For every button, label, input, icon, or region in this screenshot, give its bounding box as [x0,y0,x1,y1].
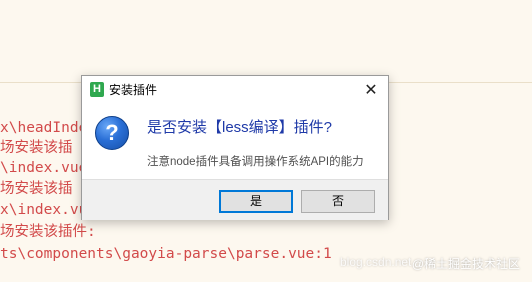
console-line: 场安装该插 [0,140,73,156]
console-line: 场安装该插件: [0,224,96,240]
console-line: 场安装该插 [0,181,73,197]
close-button[interactable]: ✕ [356,76,386,103]
console-line: \index.vue [0,160,88,176]
watermark-brand: @稀土掘金技术社区 [411,257,520,271]
dialog-footer: 是 否 [82,179,388,220]
question-icon: ? [95,116,129,150]
yes-button[interactable]: 是 [219,190,293,213]
hbuilder-app-icon: H [90,82,104,97]
dialog-main-message: 是否安装【less编译】插件? [147,119,333,136]
dialog-titlebar[interactable]: H 安装插件 ✕ [82,76,388,103]
dialog-title: 安装插件 [109,83,158,97]
no-button[interactable]: 否 [301,190,375,213]
dialog-body: ? 是否安装【less编译】插件? 注意node插件具备调用操作系统API的能力 [82,103,388,179]
console-line: x\headInde [0,120,88,136]
watermark-url: blog.csdn.net [340,255,412,269]
install-plugin-dialog: H 安装插件 ✕ ? 是否安装【less编译】插件? 注意node插件具备调用操… [81,75,389,220]
dialog-sub-message: 注意node插件具备调用操作系统API的能力 [147,156,364,168]
console-line: ts\components\gaoyia-parse\parse.vue:1 [0,246,332,262]
